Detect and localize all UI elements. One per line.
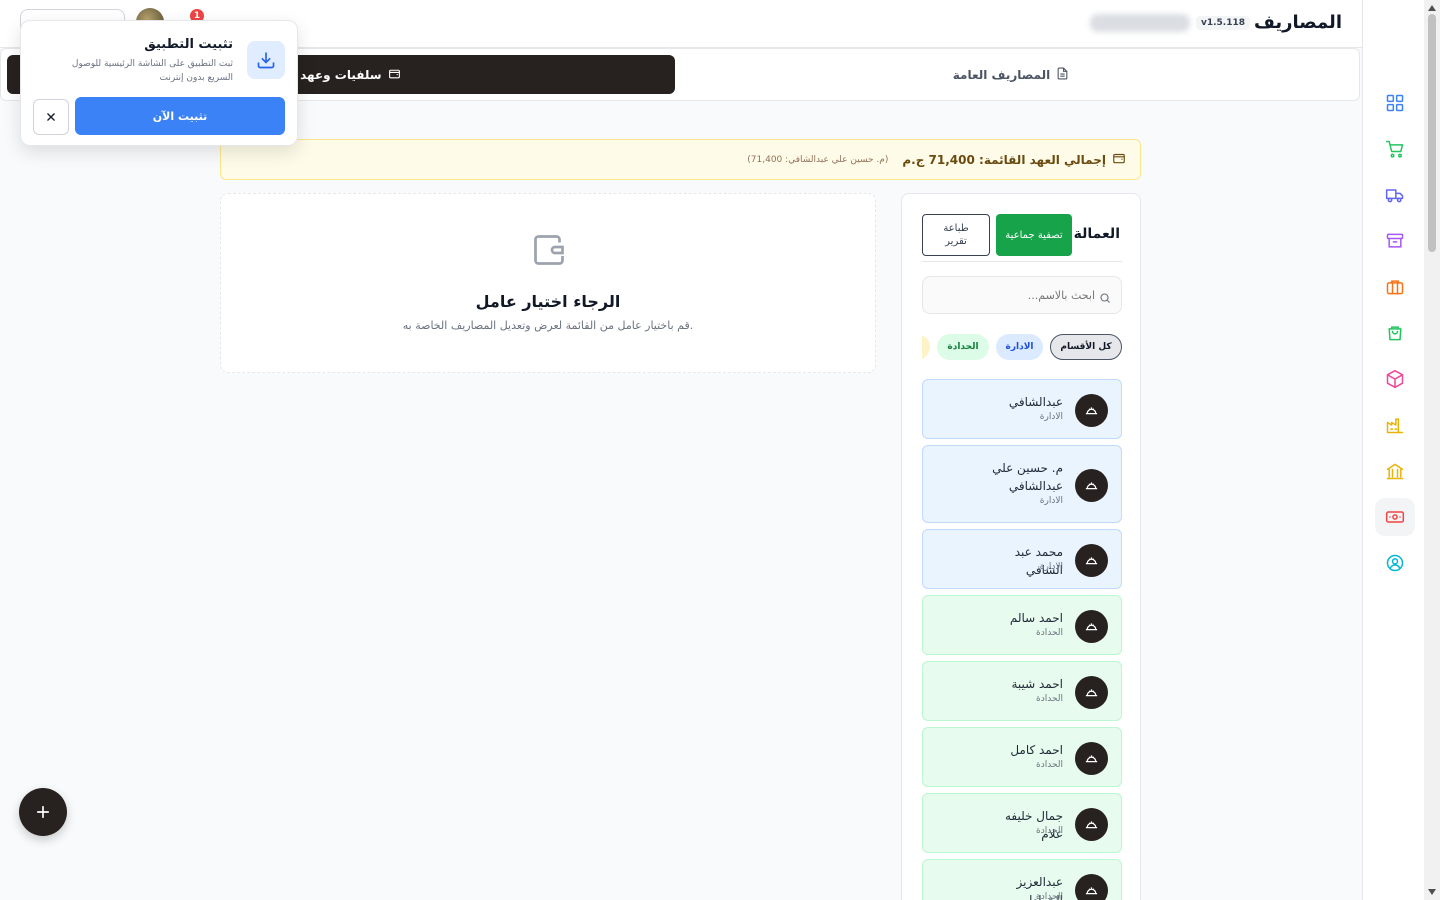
briefcase-icon[interactable] [1375,268,1415,306]
scroll-down-arrow[interactable] [1428,889,1436,895]
worker-card[interactable]: عبدالشافي الادارة [922,379,1122,439]
worker-department: الحدادة [1036,892,1063,900]
factory-icon[interactable] [1375,406,1415,444]
print-label: طباعة تقرير [943,223,969,247]
scrollbar[interactable] [1424,0,1440,900]
shopping-bag-icon[interactable] [1375,314,1415,352]
filter-smithing[interactable]: الحدادة [937,334,989,360]
worker-name: م. حسين علي عبدالشافي [992,461,1063,493]
scroll-up-arrow[interactable] [1428,5,1436,11]
worker-card[interactable]: م. حسين علي عبدالشافي الادارة [922,445,1122,523]
filter-admin[interactable]: الادارة [996,334,1043,360]
worker-name: احمد سالم [1009,611,1063,625]
helmet-icon [1075,543,1108,577]
divider [922,261,1122,262]
scroll-thumb[interactable] [1428,14,1436,252]
install-title: تثبيت التطبيق [144,37,233,52]
banknote-icon[interactable] [1375,498,1415,536]
worker-department: الحدادة [1036,628,1063,638]
bank-icon[interactable] [1375,452,1415,490]
worker-card[interactable]: احمد شيبة الحدادة [922,661,1122,721]
helmet-icon [1075,609,1108,643]
wallet-icon [388,67,401,83]
install-description: ثبت التطبيق على الشاشة الرئيسية للوصول ا… [71,59,233,84]
worker-department: الادارة [1039,496,1063,506]
worker-name: عبدالشافي [1008,395,1063,409]
settle-label: تصفية جماعية [1005,229,1063,241]
bulk-settle-button[interactable]: تصفية جماعية [996,214,1072,256]
worker-card[interactable]: عبدالعزيز الخراط الحدادة [922,859,1122,900]
worker-name: محمد عبد الشافي [1014,545,1063,577]
search-icon [1099,289,1111,303]
user-name-blurred [1090,14,1190,32]
worker-department: الادارة [1039,562,1063,572]
helmet-icon [1075,468,1108,502]
filter-all[interactable]: كل الأقسام [1050,334,1122,360]
helmet-icon [1075,807,1108,841]
user-circle-icon[interactable] [1375,544,1415,582]
worker-card[interactable]: محمد عبد الشافي الادارة [922,529,1122,589]
worker-department: الحدادة [1036,760,1063,770]
file-text-icon [1056,67,1069,83]
total-advances-banner: إجمالي العهد القائمة: 71,400 ج.م (م. حسي… [220,139,1141,180]
helmet-icon [1075,393,1108,427]
worker-department: الحدادة [1036,826,1063,836]
dashboard-icon[interactable] [1375,84,1415,122]
install-now-button[interactable]: تثبيت الآن [75,97,285,135]
worker-name: احمد كامل [1010,743,1063,757]
worker-name: احمد شيبة [1011,677,1063,691]
page-title: المصاريف [1253,12,1342,33]
worker-department: الادارة [1039,412,1063,422]
truck-icon[interactable] [1375,176,1415,214]
wallet-icon [531,232,567,268]
worker-card[interactable]: جمال خليفه علام الحدادة [922,793,1122,853]
sidebar [1362,0,1424,900]
workers-panel: العمالة تصفية جماعية طباعة تقرير كل الأق… [901,193,1141,900]
empty-title: الرجاء اختيار عامل [475,292,621,311]
cart-icon[interactable] [1375,130,1415,168]
worker-name: جمال خليفه علام [1004,809,1063,841]
filter-more[interactable] [922,334,930,360]
add-button[interactable] [19,788,67,836]
plus-icon [37,806,49,818]
tab-label: المصاريف العامة [952,67,1051,82]
download-icon [247,41,285,79]
worker-card[interactable]: احمد سالم الحدادة [922,595,1122,655]
helmet-icon [1075,741,1108,775]
tab-general-expenses[interactable]: المصاريف العامة [681,55,1341,94]
print-report-button[interactable]: طباعة تقرير [922,214,990,256]
helmet-icon [1075,675,1108,709]
archive-icon[interactable] [1375,222,1415,260]
worker-card[interactable]: احمد كامل الحدادة [922,727,1122,787]
empty-subtitle: قم باختيار عامل من القائمة لعرض وتعديل ا… [402,319,694,332]
wallet-icon [1112,150,1126,169]
workers-title: العمالة [1073,226,1120,242]
department-filters: كل الأقسام الادارة الحدادة [922,334,1122,360]
worker-department: الحدادة [1036,694,1063,704]
package-icon[interactable] [1375,360,1415,398]
banner-detail: (م. حسين علي عبدالشافي: 71,400) [747,154,889,165]
search-input[interactable] [922,276,1122,314]
helmet-icon [1075,873,1108,900]
install-app-popup: تثبيت التطبيق ثبت التطبيق على الشاشة الر… [20,20,298,146]
banner-title: إجمالي العهد القائمة: 71,400 ج.م [902,152,1106,167]
empty-state: الرجاء اختيار عامل قم باختيار عامل من ال… [220,193,876,373]
close-icon[interactable] [33,99,69,135]
version-badge: v1.5.118 [1195,16,1250,30]
